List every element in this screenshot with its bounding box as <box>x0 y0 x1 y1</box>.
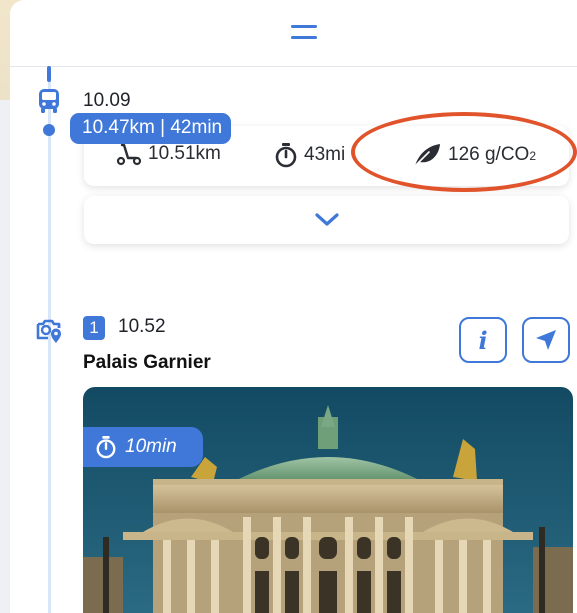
drag-handle-icon[interactable] <box>291 25 317 39</box>
bus-icon <box>39 89 59 113</box>
bus-departure-time: 10.09 <box>83 90 131 111</box>
scooter-icon <box>116 143 142 166</box>
duration-value: 43mi <box>304 144 346 165</box>
timeline-segment-active <box>47 66 51 82</box>
info-icon: i <box>478 325 488 355</box>
route-summary-badge: 10.47km | 42min <box>70 113 232 144</box>
info-button[interactable]: i <box>459 317 507 363</box>
visit-duration-value: 10min <box>125 436 177 457</box>
palais-garnier-illustration <box>83 387 573 613</box>
co2-highlight-annotation <box>351 112 577 192</box>
itinerary-panel: 10.09 10.47km | 42min 10.51km 43mi 126 g… <box>10 0 577 613</box>
navigate-button[interactable] <box>522 317 570 363</box>
distance-stat: 10.51km <box>116 142 221 166</box>
stopwatch-icon <box>96 436 116 459</box>
panel-divider <box>10 66 577 67</box>
step-number-badge: 1 <box>83 316 105 340</box>
stop-name: Palais Garnier <box>83 352 211 373</box>
camera-location-icon <box>36 319 61 343</box>
visit-duration-chip: 10min <box>83 427 203 467</box>
expand-details-button[interactable] <box>84 196 569 244</box>
stop-arrival-time: 10.52 <box>118 316 166 337</box>
stopwatch-icon <box>275 143 297 168</box>
timeline-dot <box>43 124 55 136</box>
chevron-down-icon <box>314 213 339 226</box>
distance-value: 10.51km <box>148 143 221 164</box>
navigation-arrow-icon <box>536 330 556 350</box>
stop-photo[interactable] <box>83 387 573 613</box>
duration-stat: 43mi <box>274 142 345 168</box>
